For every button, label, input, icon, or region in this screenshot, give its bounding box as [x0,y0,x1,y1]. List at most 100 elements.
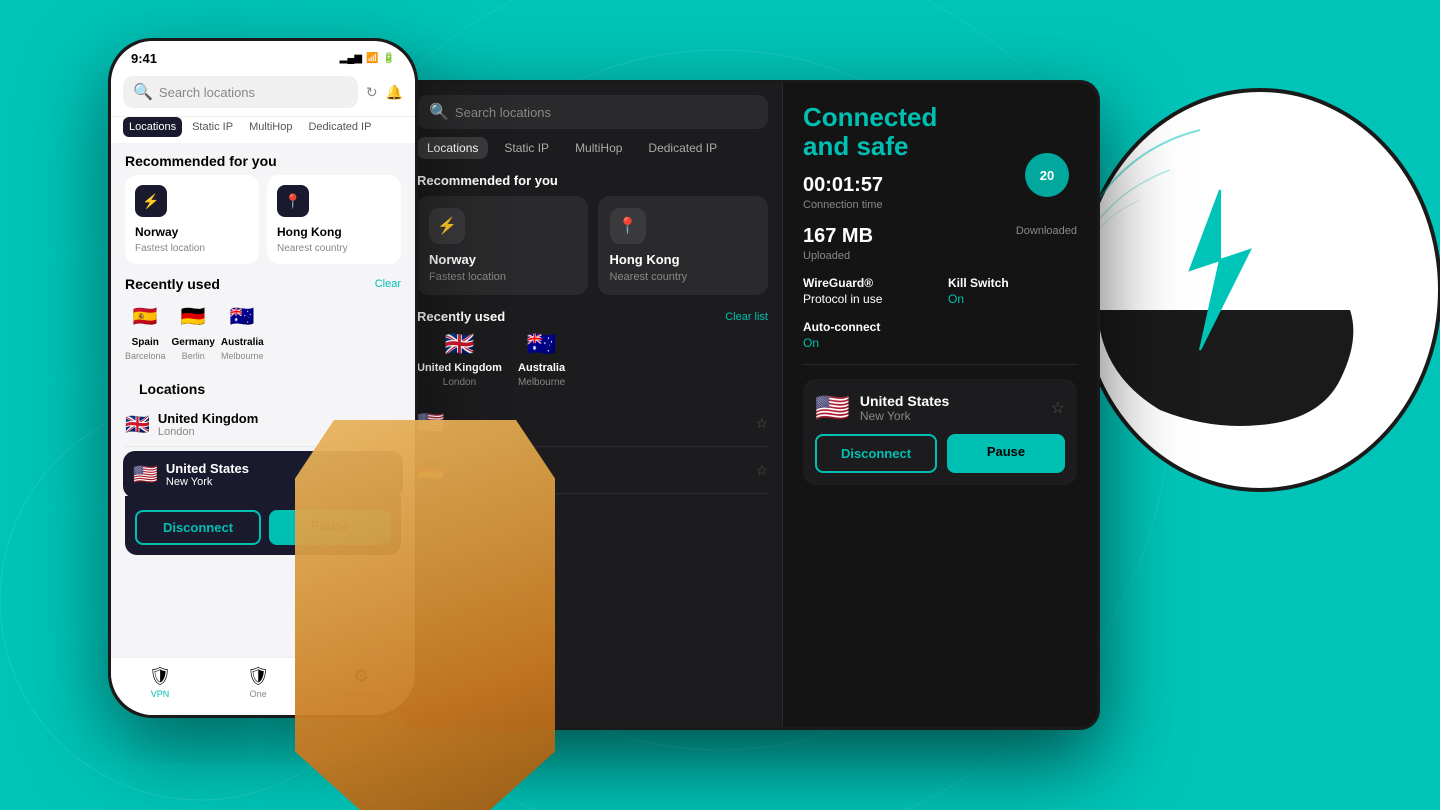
tablet-conn-name: United States [860,393,1041,409]
badge-20: 20 [1025,153,1069,197]
tablet-autoconnect-label: Auto-connect [803,320,1077,334]
phone-tab-multihop[interactable]: MultiHop [243,117,298,137]
phone-flag-germany: 🇩🇪 [175,298,211,334]
phone-tabs: Locations Static IP MultiHop Dedicated I… [111,117,415,143]
tablet-protocol-item: WireGuard® Protocol in use [803,276,932,306]
tablet-rec-name-norway: Norway [429,252,576,267]
phone-star-uk[interactable]: ☆ [388,416,401,433]
tablet-search-input[interactable]: 🔍 Search locations [417,95,768,129]
phone-tab-dedicated[interactable]: Dedicated IP [302,117,377,137]
tablet-killswitch-value: On [948,292,1077,306]
phone-loc-name-us: United States [166,461,373,476]
phone-rec-icon-hongkong: 📍 [277,185,309,217]
tablet-stat-upload-label: Uploaded [803,250,873,262]
phone-time: 9:41 [131,51,157,66]
tablet-action-buttons: Disconnect Pause [815,434,1065,473]
phone-loc-info-uk: United Kingdom London [158,411,381,438]
phone-loc-name-uk: United Kingdom [158,411,381,426]
tablet-stat-time-value: 00:01:57 [803,174,883,197]
phone-status-icons: ▂▄▆ 📶 🔋 [340,53,395,64]
tablet-left-panel: 🔍 Search locations Locations Static IP M… [403,83,783,727]
phone-loc-city-us: New York [166,476,373,488]
phone-rec-card-norway[interactable]: ⚡ Norway Fastest location [125,175,259,264]
phone-tab-locations[interactable]: Locations [123,117,182,137]
tablet-tab-locations[interactable]: Locations [417,137,488,159]
phone-loc-uk[interactable]: 🇬🇧 United Kingdom London ☆ [125,403,401,447]
phone-loc-city-uk: London [158,426,381,438]
tablet-loc-item-1[interactable]: 🇺🇸 ☆ [417,400,768,447]
tablet-stat-download: Downloaded [1016,225,1077,262]
tablet-autoconnect-item: Auto-connect On [803,320,1077,350]
tablet-disconnect-button[interactable]: Disconnect [815,434,937,473]
tablet-star-2[interactable]: ☆ [755,462,768,479]
wifi-icon: 📶 [366,53,378,64]
phone-star-us[interactable]: ☆ [380,466,393,483]
phone-loc-us[interactable]: 🇺🇸 United States New York ☆ [123,451,403,498]
tablet-loc-flag-2: 🇩🇪 [417,457,444,483]
tablet-connected-title: Connectedand safe [803,103,1077,160]
phone-rec-name-norway: Norway [135,225,249,239]
phone-flag-spain: 🇪🇸 [127,298,163,334]
tablet-rec-name-hongkong: Hong Kong [610,252,757,267]
phone-screen: 9:41 ▂▄▆ 📶 🔋 🔍 Search locations ↻ 🔔 Loca… [111,41,415,715]
phone-clear-button[interactable]: Clear [375,278,401,290]
tablet-protocol-name: WireGuard® [803,276,932,290]
phone-flag-uk: 🇬🇧 [125,412,150,437]
tablet-killswitch-item: Kill Switch On [948,276,1077,306]
phone-disconnect-button[interactable]: Disconnect [135,510,261,545]
tablet-tab-static[interactable]: Static IP [494,137,559,159]
phone-recent-germany[interactable]: 🇩🇪 Germany Berlin [172,298,215,361]
tablet-locations-list: 🇺🇸 ☆ 🇩🇪 ☆ [403,396,782,727]
tablet-screen: 🔍 Search locations Locations Static IP M… [403,83,1097,727]
phone-nav-one[interactable]: 🛡 One [247,666,270,699]
tablet-star-1[interactable]: ☆ [755,415,768,432]
tablet-pause-button[interactable]: Pause [947,434,1065,473]
phone-rec-icon-norway: ⚡ [135,185,167,217]
tablet-rec-icon-norway: ⚡ [429,208,465,244]
tablet-killswitch-label: Kill Switch [948,276,1077,290]
tablet-device: 🔍 Search locations Locations Static IP M… [400,80,1100,730]
tablet-recent-uk[interactable]: 🇬🇧 United Kingdom London [417,330,502,388]
tablet-recommended-title: Recommended for you [403,167,782,196]
phone-nav-settings-icon: ⚙ [353,666,369,687]
tablet-tab-multihop[interactable]: MultiHop [565,137,632,159]
tablet-info-grid: WireGuard® Protocol in use Kill Switch O… [803,276,1077,306]
tablet-stat-download-label: Downloaded [1016,225,1077,237]
phone-recent-spain[interactable]: 🇪🇸 Spain Barcelona [125,298,166,361]
phone-nav-settings-label: Settings [345,689,378,699]
bell-icon[interactable]: 🔔 [386,84,403,101]
reload-icon[interactable]: ↻ [366,84,378,101]
phone-tab-static[interactable]: Static IP [186,117,239,137]
tablet-recent-row: 🇬🇧 United Kingdom London 🇦🇺 Australia Me… [403,330,782,396]
tablet-recommended-grid: ⚡ Norway Fastest location 📍 Hong Kong Ne… [403,196,782,305]
tablet-recent-name-australia: Australia [518,362,565,374]
phone-nav-settings[interactable]: ⚙ Settings [345,666,378,699]
phone-search-input[interactable]: 🔍 Search locations [123,76,358,108]
tablet-tab-dedicated[interactable]: Dedicated IP [638,137,727,159]
phone-device: 9:41 ▂▄▆ 📶 🔋 🔍 Search locations ↻ 🔔 Loca… [108,38,418,718]
phone-search-placeholder: Search locations [159,85,255,100]
phone-recent-city-spain: Barcelona [125,351,166,361]
tablet-rec-hongkong[interactable]: 📍 Hong Kong Nearest country [598,196,769,295]
tablet-conn-star[interactable]: ☆ [1051,398,1065,418]
tablet-clear-button[interactable]: Clear list [725,311,768,323]
phone-frame: 9:41 ▂▄▆ 📶 🔋 🔍 Search locations ↻ 🔔 Loca… [108,38,418,718]
tablet-search-bar: 🔍 Search locations [403,83,782,137]
tablet-recently-title: Recently used [417,309,505,324]
tablet-rec-norway[interactable]: ⚡ Norway Fastest location [417,196,588,295]
phone-recent-grid: 🇪🇸 Spain Barcelona 🇩🇪 Germany Berlin 🇦🇺 … [111,298,415,369]
tablet-loc-item-2[interactable]: 🇩🇪 ☆ [417,447,768,494]
phone-rec-card-hongkong[interactable]: 📍 Hong Kong Nearest country [267,175,401,264]
tablet-recent-name-uk: United Kingdom [417,362,502,374]
phone-locations-title: Locations [125,371,401,403]
phone-recent-australia[interactable]: 🇦🇺 Australia Melbourne [221,298,264,361]
signal-icon: ▂▄▆ [340,53,362,64]
tablet-rec-sub-hongkong: Nearest country [610,271,757,283]
phone-pause-button[interactable]: Pause [269,510,391,545]
tablet-divider [803,364,1077,365]
tablet-recent-australia[interactable]: 🇦🇺 Australia Melbourne [518,330,565,388]
phone-action-area: Disconnect Pause [125,496,401,555]
phone-nav-vpn[interactable]: 🛡 VPN [149,666,172,699]
tablet-connected-text: Connectedand safe [803,102,937,161]
tablet-flag-uk: 🇬🇧 [445,330,475,359]
